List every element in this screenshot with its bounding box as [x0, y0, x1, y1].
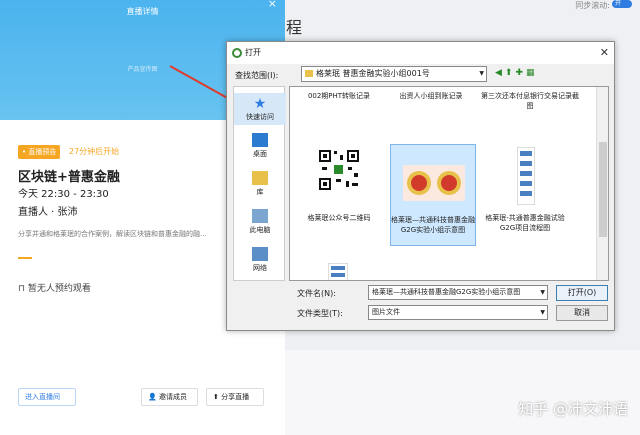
- places-bar: ★ 快速访问 桌面 库 此电脑 网络: [233, 86, 286, 281]
- place-library[interactable]: 库: [234, 171, 286, 197]
- toolbar: ◀⬆✚▦: [495, 68, 538, 78]
- file-item-selected[interactable]: 格莱珉—共通科技普惠金融G2G实验小组示意图: [390, 144, 476, 246]
- dialog-titlebar: 打开 ✕: [227, 42, 614, 64]
- filetype-label: 文件类型(T):: [297, 309, 343, 318]
- file-name: 格莱珉-共通普惠金融试验G2G项目流程图: [485, 214, 565, 232]
- chevron-down-icon[interactable]: ▼: [540, 306, 545, 319]
- cancel-button[interactable]: 取消: [556, 305, 608, 321]
- diagram-thumbnail: [403, 165, 465, 201]
- filetype-select[interactable]: 图片文件 ▼: [368, 305, 548, 320]
- look-in-value: 格莱珉 普惠金融实验小组001号: [316, 69, 430, 78]
- look-in-label: 查找范围(I):: [235, 71, 279, 80]
- dialog-title: 打开: [245, 48, 261, 57]
- close-icon[interactable]: ✕: [600, 42, 609, 64]
- new-folder-icon[interactable]: ✚: [515, 68, 526, 78]
- back-icon[interactable]: ◀: [495, 68, 505, 78]
- flowchart-thumbnail: [517, 147, 535, 205]
- file-list-scrollbar[interactable]: [596, 87, 608, 280]
- place-label: 此电脑: [249, 226, 271, 234]
- filename-input[interactable]: 格莱珉—共通科技普惠金融G2G实验小组示意图 ▼: [368, 285, 548, 300]
- qr-code-thumbnail: [318, 149, 360, 191]
- file-name: 第三次还本付息银行交易记录截图: [481, 92, 579, 110]
- file-item[interactable]: 出资人小组到账记录: [388, 91, 474, 101]
- computer-icon: [252, 209, 268, 223]
- file-list: 002期PHT转账记录 出资人小组到账记录 第三次还本付息银行交易记录截图 格莱…: [289, 86, 609, 281]
- place-desktop[interactable]: 桌面: [234, 133, 286, 159]
- file-item[interactable]: 格莱珉-共通普惠金融试验G2G项目流程图: [482, 147, 568, 232]
- file-item[interactable]: 第三次还本付息银行交易记录截图: [480, 91, 580, 111]
- place-label: 网络: [253, 264, 267, 272]
- file-name: 格莱珉—共通科技普惠金融G2G实验小组示意图: [391, 216, 475, 234]
- place-network[interactable]: 网络: [234, 247, 286, 273]
- up-folder-icon[interactable]: ⬆: [505, 68, 516, 78]
- file-item[interactable]: 格莱珉公众号二维码: [296, 147, 382, 229]
- chevron-down-icon[interactable]: ▼: [540, 286, 545, 299]
- filename-value: 格莱珉—共通科技普惠金融G2G实验小组示意图: [372, 288, 521, 296]
- desktop-icon: [252, 133, 268, 147]
- open-file-dialog: 打开 ✕ 查找范围(I): 格莱珉 普惠金融实验小组001号 ▼ ◀⬆✚▦ ★ …: [226, 41, 615, 331]
- file-item[interactable]: 002期PHT转账记录: [296, 91, 382, 101]
- view-menu-icon[interactable]: ▦: [526, 68, 538, 78]
- file-name: 出资人小组到账记录: [399, 92, 463, 100]
- folder-icon: [305, 70, 313, 77]
- filename-label: 文件名(N):: [297, 289, 336, 298]
- place-label: 快速访问: [246, 113, 274, 121]
- place-label: 库: [256, 188, 264, 196]
- place-label: 桌面: [253, 150, 267, 158]
- open-button[interactable]: 打开(O): [556, 285, 608, 301]
- file-name: 002期PHT转账记录: [307, 92, 371, 100]
- scrollbar-thumb[interactable]: [599, 142, 607, 237]
- place-this-pc[interactable]: 此电脑: [234, 209, 286, 235]
- place-quick-access[interactable]: ★ 快速访问: [234, 93, 286, 125]
- library-icon: [252, 171, 268, 185]
- star-icon: ★: [253, 96, 267, 112]
- filetype-value: 图片文件: [372, 308, 400, 316]
- network-icon: [252, 247, 268, 261]
- search-icon: [232, 48, 242, 58]
- look-in-select[interactable]: 格莱珉 普惠金融实验小组001号 ▼: [301, 66, 487, 82]
- chevron-down-icon: ▼: [479, 70, 484, 77]
- file-thumbnail-partial: [328, 263, 348, 280]
- file-name: 格莱珉公众号二维码: [307, 214, 371, 222]
